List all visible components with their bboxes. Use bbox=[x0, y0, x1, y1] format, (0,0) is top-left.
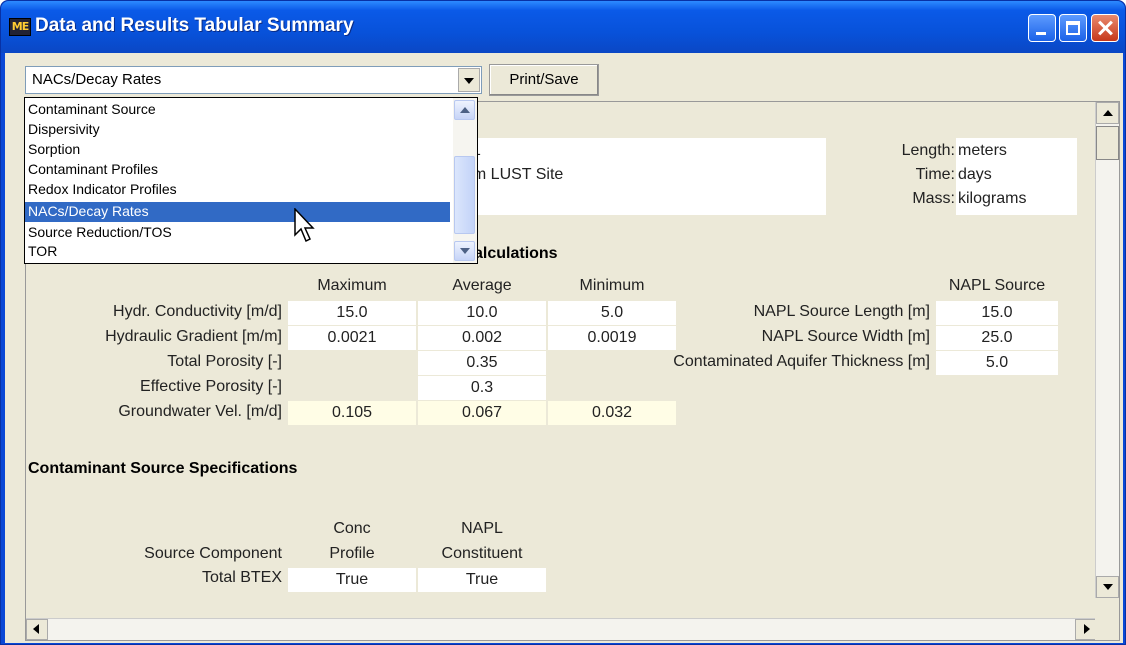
total-porosity-avg: 0.35 bbox=[418, 351, 546, 375]
maximize-button[interactable] bbox=[1059, 14, 1087, 42]
dropdown-item-sorption[interactable]: Sorption bbox=[25, 140, 450, 160]
dropdown-item-redox-indicator-profiles[interactable]: Redox Indicator Profiles bbox=[25, 180, 450, 200]
col-header-napl-source: NAPL Source bbox=[948, 277, 1046, 294]
dropdown-scrollbar[interactable] bbox=[453, 98, 477, 263]
hydr-conductivity-avg: 10.0 bbox=[418, 301, 546, 325]
horizontal-scrollbar[interactable] bbox=[26, 618, 1097, 640]
dropdown-item-contaminant-source[interactable]: Contaminant Source bbox=[25, 100, 450, 120]
source-component-header: Source Component bbox=[144, 545, 282, 562]
col-header-maximum: Maximum bbox=[317, 277, 387, 294]
app-icon: ME bbox=[9, 18, 31, 36]
col-header-average: Average bbox=[452, 277, 512, 294]
row-label-total-porosity: Total Porosity [-] bbox=[167, 353, 282, 370]
print-save-button[interactable]: Print/Save bbox=[489, 64, 599, 96]
scroll-down-icon[interactable] bbox=[1096, 576, 1119, 598]
scroll-left-icon[interactable] bbox=[26, 619, 48, 640]
time-label: Time: bbox=[915, 166, 955, 183]
groundwater-velocity-max: 0.105 bbox=[288, 401, 416, 425]
dropdown-item-tor[interactable]: TOR bbox=[25, 242, 450, 262]
mouse-pointer-icon bbox=[294, 208, 315, 243]
napl-constituent-header-line2: Constituent bbox=[441, 545, 523, 562]
mass-label: Mass: bbox=[912, 190, 955, 207]
hydraulic-gradient-avg: 0.002 bbox=[418, 326, 546, 350]
hydraulic-gradient-max: 0.0021 bbox=[288, 326, 416, 350]
scroll-right-icon[interactable] bbox=[1075, 619, 1097, 640]
report-section-dropdown[interactable]: Contaminant Source Dispersivity Sorption… bbox=[24, 97, 478, 264]
conc-profile-header-line2: Profile bbox=[329, 545, 375, 562]
site-info-fragment-2: um LUST Site bbox=[464, 166, 564, 183]
length-label: Length: bbox=[901, 142, 955, 159]
hydr-conductivity-max: 15.0 bbox=[288, 301, 416, 325]
minimize-button[interactable] bbox=[1028, 14, 1056, 42]
vertical-scroll-thumb[interactable] bbox=[1096, 126, 1119, 160]
napl-width-value: 25.0 bbox=[936, 326, 1058, 350]
source-row-label: Total BTEX bbox=[201, 569, 282, 586]
dropdown-item-dispersivity[interactable]: Dispersivity bbox=[25, 120, 450, 140]
row-label-hydr-conductivity: Hydr. Conductivity [m/d] bbox=[113, 303, 282, 320]
scroll-corner bbox=[1095, 618, 1119, 640]
dropdown-item-contaminant-profiles[interactable]: Contaminant Profiles bbox=[25, 160, 450, 180]
vertical-scrollbar[interactable] bbox=[1095, 102, 1119, 598]
groundwater-velocity-avg: 0.067 bbox=[418, 401, 546, 425]
row-label-groundwater-velocity: Groundwater Vel. [m/d] bbox=[118, 403, 282, 420]
length-unit: meters bbox=[958, 142, 1007, 159]
effective-porosity-avg: 0.3 bbox=[418, 376, 546, 400]
aquifer-thickness-value: 5.0 bbox=[936, 351, 1058, 375]
aquifer-thickness-label: Contaminated Aquifer Thickness [m] bbox=[673, 353, 930, 370]
row-label-effective-porosity: Effective Porosity [-] bbox=[140, 378, 282, 395]
title-bar[interactable]: ME Data and Results Tabular Summary bbox=[1, 1, 1125, 53]
col-header-minimum: Minimum bbox=[579, 277, 645, 294]
napl-width-label: NAPL Source Width [m] bbox=[761, 328, 930, 345]
napl-length-label: NAPL Source Length [m] bbox=[753, 303, 930, 320]
groundwater-velocity-min: 0.032 bbox=[548, 401, 676, 425]
close-button[interactable] bbox=[1091, 14, 1119, 42]
report-section-value: NACs/Decay Rates bbox=[32, 71, 162, 88]
mass-unit: kilograms bbox=[958, 190, 1027, 207]
dropdown-item-source-reduction-tos[interactable]: Source Reduction/TOS bbox=[25, 223, 450, 243]
napl-length-value: 15.0 bbox=[936, 301, 1058, 325]
report-section-select[interactable]: NACs/Decay Rates bbox=[25, 66, 482, 94]
source-specs-heading: Contaminant Source Specifications bbox=[28, 460, 298, 477]
dropdown-scroll-down-icon[interactable] bbox=[454, 241, 475, 261]
dropdown-scroll-thumb[interactable] bbox=[454, 156, 475, 234]
scroll-up-icon[interactable] bbox=[1096, 102, 1119, 124]
source-row-conc: True bbox=[288, 568, 416, 592]
dropdown-item-nacs-decay-rates[interactable]: NACs/Decay Rates bbox=[25, 202, 450, 222]
row-label-hydraulic-gradient: Hydraulic Gradient [m/m] bbox=[105, 328, 282, 345]
source-row-napl: True bbox=[418, 568, 546, 592]
window-title: Data and Results Tabular Summary bbox=[35, 15, 354, 36]
calculations-heading: alculations bbox=[474, 245, 558, 262]
conc-profile-header-line1: Conc bbox=[333, 520, 371, 537]
chevron-down-icon[interactable] bbox=[458, 68, 480, 92]
dropdown-scroll-up-icon[interactable] bbox=[454, 100, 475, 120]
napl-constituent-header-line1: NAPL bbox=[461, 520, 503, 537]
time-unit: days bbox=[958, 166, 992, 183]
